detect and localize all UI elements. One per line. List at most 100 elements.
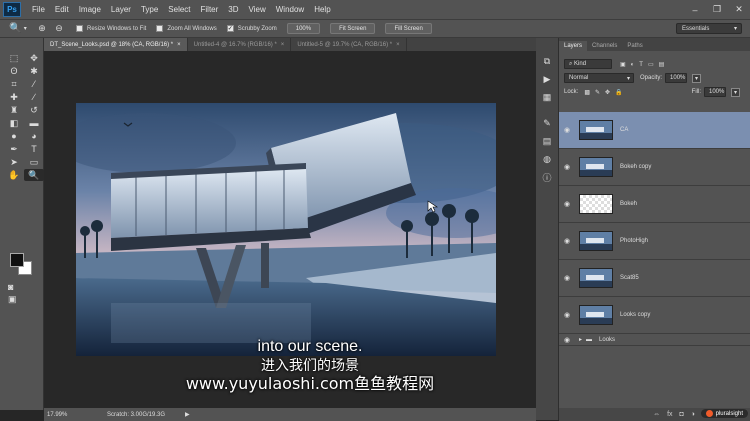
close-tab-icon[interactable]: ×	[396, 42, 400, 48]
link-layers-icon[interactable]: ⇔	[653, 411, 660, 418]
adjustments-panel-icon[interactable]: ✎	[540, 116, 555, 130]
zoom-100-button[interactable]: 100%	[286, 23, 321, 34]
eye-icon[interactable]: ◉	[559, 237, 575, 245]
eyedropper-tool-icon[interactable]: ⁄	[24, 78, 44, 90]
move-tool-icon[interactable]: ✥	[24, 52, 44, 64]
close-button[interactable]: ✕	[728, 4, 750, 15]
hand-tool-icon[interactable]: ✋	[4, 169, 24, 181]
resize-windows-checkbox[interactable]: Resize Windows to Fit	[76, 25, 146, 32]
layer-bokeh[interactable]: ◉ Bokeh	[559, 186, 750, 223]
add-mask-icon[interactable]: ◘	[680, 411, 684, 418]
tab-label: Untitled-5 @ 19.7% (CA, RGB/16) *	[297, 41, 393, 48]
layer-name: Bokeh	[620, 201, 638, 207]
menu-help[interactable]: Help	[309, 5, 335, 14]
status-menu-arrow[interactable]: ▶	[185, 411, 190, 418]
eye-icon[interactable]: ◉	[559, 274, 575, 282]
eye-icon[interactable]: ◉	[559, 200, 575, 208]
quick-mask-icon[interactable]: ◙	[8, 282, 13, 292]
adjustment-layer-icon[interactable]: ◑	[691, 411, 695, 418]
gradient-tool-icon[interactable]: ▬	[24, 117, 44, 129]
menu-filter[interactable]: Filter	[196, 5, 224, 14]
menu-3d[interactable]: 3D	[223, 5, 243, 14]
fx-icon[interactable]: fx	[667, 411, 672, 418]
tab-untitled-4[interactable]: Untitled-4 @ 16.7% (RGB/16) * ×	[188, 38, 292, 51]
workspace-select[interactable]: Essentials ▾	[676, 23, 742, 34]
layer-scat85[interactable]: ◉ Scat85	[559, 260, 750, 297]
zoom-level[interactable]: 17.99%	[47, 412, 67, 418]
layer-looks-copy[interactable]: ◉ Looks copy	[559, 297, 750, 334]
tab-channels[interactable]: Channels	[587, 41, 622, 51]
eraser-tool-icon[interactable]: ◧	[4, 117, 24, 129]
lasso-tool-icon[interactable]: ʘ	[4, 65, 24, 77]
layer-photohigh[interactable]: ◉ PhotoHigh	[559, 223, 750, 260]
tab-dt-scene-looks[interactable]: DT_Scene_Looks.psd @ 18% (CA, RGB/16) * ×	[44, 38, 188, 51]
close-tab-icon[interactable]: ×	[281, 42, 285, 48]
history-panel-icon[interactable]: ⧉	[540, 54, 555, 68]
brand-label: pluralsight	[715, 410, 743, 417]
styles-panel-icon[interactable]: ◍	[540, 152, 555, 166]
filter-type-icons[interactable]: ▣◐T▭▤	[620, 61, 669, 68]
healing-tool-icon[interactable]: ✚	[4, 91, 24, 103]
brush-tool-icon[interactable]: ∕	[24, 91, 44, 103]
info-panel-icon[interactable]: ⓘ	[540, 170, 555, 184]
menu-view[interactable]: View	[244, 5, 271, 14]
document-canvas[interactable]	[76, 103, 496, 356]
pen-tool-icon[interactable]: ✒	[4, 143, 24, 155]
layer-ca[interactable]: ◉ CA	[559, 112, 750, 149]
menu-layer[interactable]: Layer	[106, 5, 136, 14]
tab-layers[interactable]: Layers	[559, 41, 588, 51]
close-tab-icon[interactable]: ×	[177, 42, 181, 48]
opacity-dropdown-button[interactable]: ▾	[692, 73, 702, 83]
foreground-color-swatch[interactable]	[10, 253, 24, 267]
fill-screen-button[interactable]: Fill Screen	[385, 23, 432, 34]
history-brush-tool-icon[interactable]: ↺	[24, 104, 44, 116]
menu-select[interactable]: Select	[163, 5, 195, 14]
fill-dropdown-button[interactable]: ▾	[731, 87, 740, 97]
menu-file[interactable]: File	[27, 5, 50, 14]
actions-panel-icon[interactable]: ▶	[540, 72, 555, 86]
panel-tabs: Layers Channels Paths	[559, 38, 750, 51]
type-tool-icon[interactable]: T	[24, 143, 44, 155]
stamp-tool-icon[interactable]: ♜	[4, 104, 24, 116]
shape-tool-icon[interactable]: ▭	[24, 156, 44, 168]
eye-icon[interactable]: ◉	[559, 336, 575, 344]
menu-window[interactable]: Window	[271, 5, 309, 14]
path-selection-tool-icon[interactable]: ➤	[4, 156, 24, 168]
zoom-tool-icon[interactable]: 🔍 ▾	[4, 21, 32, 36]
zoom-in-icon[interactable]: ⊕	[35, 22, 49, 35]
scrubby-zoom-label: Scrubby Zoom	[237, 25, 277, 32]
dodge-tool-icon[interactable]: ◕	[24, 130, 44, 142]
restore-button[interactable]: ❐	[706, 4, 728, 15]
tab-untitled-5[interactable]: Untitled-5 @ 19.7% (CA, RGB/16) * ×	[291, 38, 407, 51]
properties-panel-icon[interactable]: ▤	[540, 134, 555, 148]
fit-screen-button[interactable]: Fit Screen	[330, 23, 376, 34]
swatches-panel-icon[interactable]: ▦	[540, 90, 555, 104]
minimize-button[interactable]: –	[684, 5, 706, 15]
resize-windows-label: Resize Windows to Fit	[87, 25, 147, 32]
chevron-right-icon[interactable]: ▸	[579, 336, 582, 343]
tab-paths[interactable]: Paths	[622, 41, 647, 51]
fill-input[interactable]: 100%	[704, 87, 726, 97]
layer-name: CA	[620, 127, 629, 133]
magic-wand-tool-icon[interactable]: ✱	[24, 65, 44, 77]
screen-mode-icon[interactable]: ▣	[8, 294, 17, 305]
eye-icon[interactable]: ◉	[559, 163, 575, 171]
menu-image[interactable]: Image	[74, 5, 106, 14]
layer-kind-filter[interactable]: ⌕ Kind	[564, 59, 612, 69]
zoom-out-icon[interactable]: ⊖	[52, 22, 66, 35]
layer-group-looks[interactable]: ◉ ▸ ▬ Looks	[559, 334, 750, 346]
zoom-all-checkbox[interactable]: Zoom All Windows	[156, 25, 217, 32]
menu-type[interactable]: Type	[136, 5, 163, 14]
scrubby-zoom-checkbox[interactable]: ✓ Scrubby Zoom	[226, 25, 277, 32]
opacity-input[interactable]: 100%	[665, 73, 688, 83]
menu-edit[interactable]: Edit	[50, 5, 74, 14]
layer-bokeh-copy[interactable]: ◉ Bokeh copy	[559, 149, 750, 186]
lock-icons[interactable]: ▩✎✥🔒	[584, 89, 627, 96]
blur-tool-icon[interactable]: ●	[4, 130, 24, 142]
zoom-tool-selected-icon[interactable]: 🔍	[24, 169, 44, 181]
crop-tool-icon[interactable]: ⌗	[4, 78, 24, 90]
eye-icon[interactable]: ◉	[559, 126, 575, 134]
marquee-tool-icon[interactable]: ⬚	[4, 52, 24, 64]
blend-mode-select[interactable]: Normal ▾	[564, 73, 634, 83]
eye-icon[interactable]: ◉	[559, 311, 575, 319]
